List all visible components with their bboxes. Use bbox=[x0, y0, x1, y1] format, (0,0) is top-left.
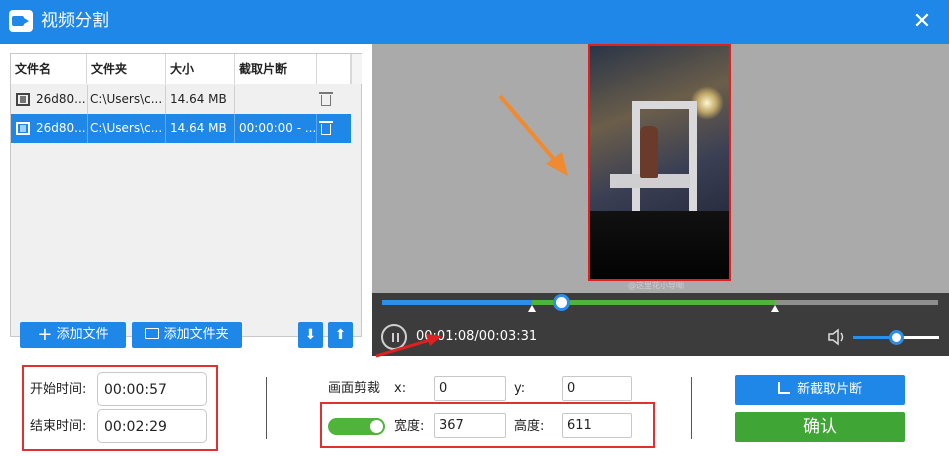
clip-end-marker[interactable] bbox=[770, 305, 779, 312]
volume-knob[interactable] bbox=[889, 330, 904, 345]
crop-y-label: y: bbox=[514, 381, 526, 396]
file-clip: 00:00:00 - ... bbox=[235, 114, 317, 143]
crop-width-input[interactable]: 367 bbox=[434, 413, 506, 438]
close-button[interactable]: ✕ bbox=[908, 8, 936, 36]
folder-icon bbox=[145, 328, 160, 339]
column-header-size[interactable]: 大小 bbox=[166, 54, 235, 84]
plus-icon: + bbox=[37, 324, 53, 345]
arrow-up-icon: ⬆ bbox=[334, 327, 347, 343]
add-folder-label: 添加文件夹 bbox=[163, 327, 229, 342]
confirm-button[interactable]: 确认 bbox=[735, 412, 905, 442]
title-bar bbox=[0, 0, 949, 44]
column-header-clip[interactable]: 截取片断 bbox=[235, 54, 317, 84]
move-up-button[interactable]: ⬆ bbox=[328, 322, 353, 348]
arrow-down-icon: ⬇ bbox=[304, 327, 317, 343]
end-time-label: 结束时间: bbox=[30, 419, 87, 434]
crop-toggle[interactable] bbox=[328, 418, 385, 435]
crop-x-label: x: bbox=[394, 381, 407, 396]
crop-height-label: 高度: bbox=[514, 419, 545, 434]
add-file-label: 添加文件 bbox=[56, 327, 109, 342]
crop-y-input[interactable]: 0 bbox=[562, 376, 632, 401]
crop-width-label: 宽度: bbox=[394, 419, 425, 434]
orange-arrow-icon bbox=[498, 94, 560, 166]
end-time-input[interactable]: 00:02:29 bbox=[97, 409, 207, 443]
column-header-actions bbox=[317, 54, 351, 84]
start-time-input[interactable]: 00:00:57 bbox=[97, 372, 207, 406]
new-clip-button[interactable]: 新截取片断 bbox=[735, 375, 905, 405]
file-size: 14.64 MB bbox=[166, 85, 235, 114]
file-size: 14.64 MB bbox=[166, 114, 235, 143]
delete-trash-icon[interactable] bbox=[319, 92, 333, 106]
delete-trash-icon[interactable] bbox=[319, 121, 333, 135]
new-clip-label: 新截取片断 bbox=[797, 382, 863, 397]
file-list-panel: 文件名 文件夹 大小 截取片断 26d80... C:\Users\c... 1… bbox=[10, 53, 362, 337]
file-folder: C:\Users\c... bbox=[87, 114, 166, 143]
red-annotation-arrow bbox=[375, 334, 442, 358]
app-camera-icon bbox=[9, 10, 33, 32]
divider bbox=[691, 377, 692, 439]
table-row[interactable]: 26d80... C:\Users\c... 14.64 MB 00:00:00… bbox=[11, 114, 351, 143]
crop-height-input[interactable]: 611 bbox=[562, 413, 632, 438]
add-folder-button[interactable]: 添加文件夹 bbox=[132, 322, 242, 348]
progress-knob[interactable] bbox=[553, 294, 571, 311]
crop-icon bbox=[777, 382, 790, 394]
scrollbar-corner bbox=[351, 54, 362, 84]
start-time-label: 开始时间: bbox=[30, 382, 87, 397]
column-header-folder[interactable]: 文件夹 bbox=[87, 54, 166, 84]
video-file-icon bbox=[16, 122, 30, 135]
file-name: 26d80... bbox=[36, 114, 88, 143]
toggle-thumb bbox=[370, 420, 383, 433]
red-arrow-icon bbox=[375, 338, 431, 358]
table-row[interactable]: 26d80... C:\Users\c... 14.64 MB bbox=[11, 85, 351, 114]
divider bbox=[266, 377, 267, 439]
window-title: 视频分割 bbox=[41, 11, 109, 31]
crop-section-label: 画面剪裁 bbox=[328, 381, 381, 396]
file-folder: C:\Users\c... bbox=[87, 85, 166, 114]
video-file-icon bbox=[16, 93, 30, 106]
column-header-filename[interactable]: 文件名 bbox=[11, 54, 87, 84]
file-clip bbox=[235, 85, 317, 114]
add-file-button[interactable]: + 添加文件 bbox=[20, 322, 126, 348]
file-name: 26d80... bbox=[36, 85, 88, 114]
crop-x-input[interactable]: 0 bbox=[434, 376, 506, 401]
clip-start-marker[interactable] bbox=[528, 305, 537, 312]
volume-icon[interactable] bbox=[827, 328, 847, 346]
move-down-button[interactable]: ⬇ bbox=[298, 322, 323, 348]
red-arrowhead-icon bbox=[426, 334, 442, 346]
